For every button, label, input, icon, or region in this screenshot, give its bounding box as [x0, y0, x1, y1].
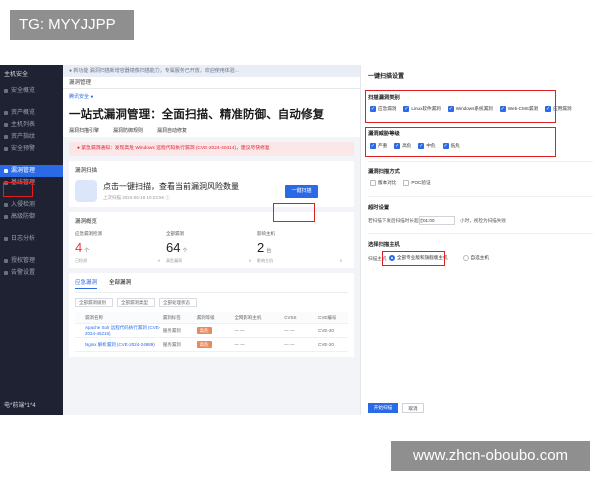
- vuln-table-card: 应急漏洞 全部漏洞 全部漏洞级别 全部漏洞类型 全部处理状态 漏洞名称 漏洞标签…: [69, 273, 354, 357]
- table-tabs: 应急漏洞 全部漏洞: [75, 278, 348, 293]
- key-icon: [4, 259, 8, 263]
- tab-defense-rules[interactable]: 漏洞防御规则: [113, 127, 143, 134]
- radio-custom-hosts[interactable]: 自选主机: [462, 255, 489, 261]
- sidebar-item-defense[interactable]: 高级防御: [0, 211, 63, 223]
- level-badge: 高危: [196, 340, 212, 348]
- scan-card-title: 漏洞扫描: [75, 168, 98, 174]
- highlight-host-option: [382, 251, 445, 266]
- start-scan-button[interactable]: 开始扫描: [368, 403, 398, 413]
- level-badge: 高危: [196, 326, 212, 334]
- drawer-title: 一键扫描设置: [368, 74, 405, 80]
- cancel-button[interactable]: 取消: [402, 403, 424, 413]
- scan-card: 漏洞扫描 点击一键扫描，查看当前漏洞风险数量 上次扫描 2024-06-18 1…: [69, 161, 354, 207]
- warning-icon: [4, 147, 8, 151]
- table-row[interactable]: Nginx 解析漏洞 (CVE-2024-24989) 服务漏洞 高危 — — …: [75, 338, 348, 352]
- sidebar-item-license[interactable]: 授权管理: [0, 255, 63, 267]
- scan-method-checkboxes: 版本对比 POC验证: [370, 180, 431, 186]
- sidebar-footer: 电*前端*1*4: [4, 403, 36, 409]
- sidebar-group-label: [0, 223, 63, 233]
- hero-banner: 腾讯安全 ● 一站式漏洞管理：全面扫描、精准防御、自动修复 漏洞扫描引擎 漏洞防…: [63, 89, 360, 137]
- timeout-suffix: 小时，视检为扫描失败: [460, 218, 506, 223]
- sidebar-item-settings[interactable]: 告警设置: [0, 267, 63, 279]
- stat-affected-hosts[interactable]: 影响主机 2台 影响主机 0: [257, 231, 348, 263]
- timeout-prefix: 若扫描下发后扫描时长超过: [368, 218, 424, 223]
- sidebar-item-alerts[interactable]: 安全预警: [0, 143, 63, 155]
- filter-level-select[interactable]: 全部漏洞级别: [75, 298, 113, 307]
- checkbox-version-compare[interactable]: 版本对比: [370, 180, 396, 186]
- filter-status-select[interactable]: 全部处理状态: [159, 298, 197, 307]
- sidebar-item-hosts[interactable]: 主机列表: [0, 119, 63, 131]
- gear-icon: [4, 271, 8, 275]
- tab-all[interactable]: 全部漏洞: [109, 278, 131, 289]
- sidebar-group-label: [0, 245, 63, 255]
- sidebar-group-label: [0, 97, 63, 107]
- watermark: www.zhcn-oboubo.com: [391, 441, 590, 471]
- notice-bar: ● 新功能 漏洞扫描新增容器镜像扫描能力，专属服务已开放，欢迎使用体验...: [63, 65, 360, 77]
- sidebar-brand: 主机安全: [4, 72, 29, 78]
- divider: [368, 161, 593, 162]
- highlight-vuln-types: [365, 90, 556, 123]
- checkbox-empty-icon: [403, 180, 410, 186]
- divider: [368, 233, 593, 234]
- shield-icon: [4, 203, 8, 207]
- sidebar-item-assets[interactable]: 资产概览: [0, 107, 63, 119]
- scan-last-time: 上次扫描 2024-06-18 10:23:56 ⓘ: [103, 195, 170, 200]
- checkbox-poc[interactable]: POC验证: [403, 180, 431, 186]
- tab-auto-fix[interactable]: 漏洞自动修复: [157, 127, 187, 134]
- highlight-scan-button: [273, 203, 315, 222]
- sidebar-item-logs[interactable]: 日志分析: [0, 233, 63, 245]
- page: TG: MYYJJPP 主机安全 安全概览 资产概览 主机列表 资产指纹 安全预…: [0, 0, 600, 480]
- sidebar-group-label: [0, 155, 63, 165]
- sidebar-item-fingerprint[interactable]: 资产指纹: [0, 131, 63, 143]
- sidebar: 主机安全 安全概览 资产概览 主机列表 资产指纹 安全预警 漏洞管理 基线管理 …: [0, 65, 63, 415]
- tab-scan-engine[interactable]: 漏洞扫描引擎: [69, 127, 99, 134]
- scan-main-text: 点击一键扫描，查看当前漏洞风险数量: [103, 182, 239, 191]
- checkbox-empty-icon: [370, 180, 376, 186]
- sidebar-item-overview[interactable]: 安全概览: [0, 85, 63, 97]
- stat-emergency[interactable]: 应急漏洞检测 4个 已检测 0: [75, 231, 166, 263]
- highlight-sidebar-vulnerability: [3, 182, 33, 197]
- section-timeout: 超时设置: [368, 205, 390, 211]
- dashboard-icon: [4, 89, 8, 93]
- table-row[interactable]: Apache Solr 远程代码执行漏洞 (CVE-2024-45216) 服务…: [75, 324, 348, 338]
- feature-tabs: 漏洞扫描引擎 漏洞防御规则 漏洞自动修复: [69, 127, 354, 134]
- sidebar-item-vulnerability[interactable]: 漏洞管理: [0, 165, 63, 177]
- tab-emergency[interactable]: 应急漏洞: [75, 278, 98, 289]
- scan-illustration-icon: [75, 180, 97, 202]
- lock-icon: [4, 215, 8, 219]
- log-icon: [4, 237, 8, 241]
- emergency-alert[interactable]: ● 紧急漏洞通知：发现高危 Windows 远程代码执行漏洞 (CVE-2024…: [69, 142, 354, 156]
- stat-all-vulns[interactable]: 全部漏洞 64 个 高危漏洞 0: [166, 231, 257, 263]
- section-scan-hosts: 选择扫描主机: [368, 242, 400, 248]
- screenshot-area: 主机安全 安全概览 资产概览 主机列表 资产指纹 安全预警 漏洞管理 基线管理 …: [0, 65, 600, 415]
- section-scan-method: 漏洞扫描方式: [368, 169, 400, 175]
- asset-icon: [4, 111, 8, 115]
- table-filters: 全部漏洞级别 全部漏洞类型 全部处理状态: [75, 298, 348, 307]
- sidebar-item-intrusion[interactable]: 入侵检测: [0, 199, 63, 211]
- vulnerability-console: ● 新功能 漏洞扫描新增容器镜像扫描能力，专属服务已开放，欢迎使用体验... 漏…: [63, 65, 360, 415]
- divider: [368, 196, 593, 197]
- page-title: 一站式漏洞管理：全面扫描、精准防御、自动修复: [69, 109, 325, 121]
- radio-empty-icon: [462, 255, 469, 261]
- breadcrumb: 漏洞管理: [63, 77, 360, 89]
- bug-icon: [4, 169, 8, 173]
- filter-type-select[interactable]: 全部漏洞类型: [117, 298, 155, 307]
- timeout-input[interactable]: 01:00: [419, 216, 455, 225]
- highlight-threat-levels: [365, 127, 556, 157]
- brand-label: 腾讯安全 ●: [69, 94, 94, 100]
- one-click-scan-button[interactable]: 一键扫描: [285, 184, 318, 198]
- server-icon: [4, 123, 8, 127]
- overlay-tag: TG: MYYJJPP: [10, 10, 134, 40]
- table-header: 漏洞名称 漏洞标签 漏洞等级 全网影响主机 CVSS CVE编号: [75, 312, 348, 324]
- fingerprint-icon: [4, 135, 8, 139]
